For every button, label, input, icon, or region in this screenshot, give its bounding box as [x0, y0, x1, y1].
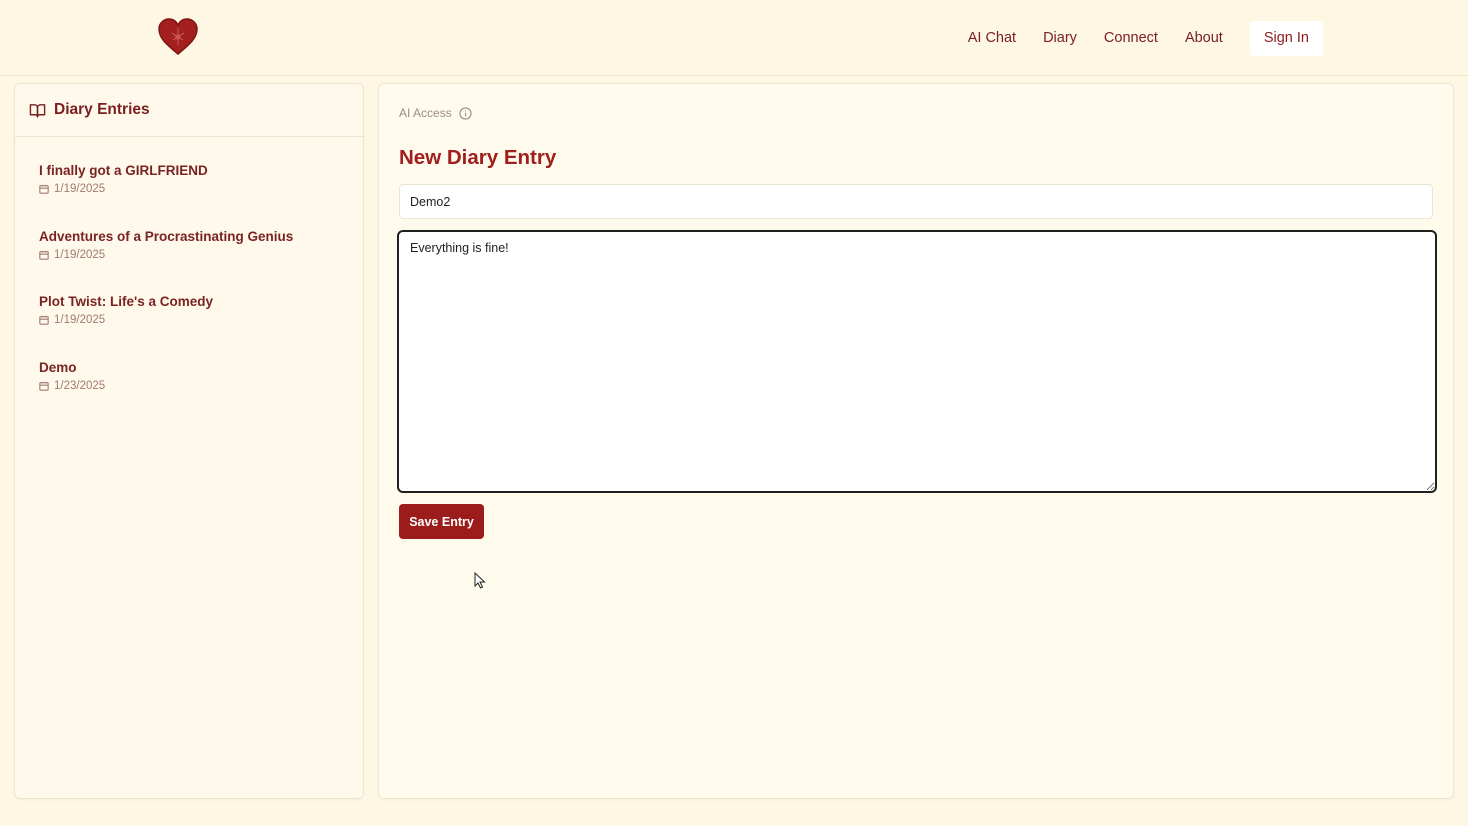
entry-date-text: 1/19/2025 [54, 183, 106, 195]
nav-connect[interactable]: Connect [1104, 30, 1158, 46]
diary-entries-sidebar: Diary Entries I finally got a GIRLFRIEND… [14, 83, 364, 799]
entry-title: Demo [39, 359, 77, 375]
entry-date: 1/23/2025 [39, 380, 363, 392]
list-item[interactable]: I finally got a GIRLFRIEND 1/19/2025 [39, 163, 363, 229]
info-icon[interactable] [459, 106, 472, 120]
calendar-icon [39, 315, 49, 325]
nav-ai-chat[interactable]: AI Chat [968, 30, 1016, 46]
nav-diary[interactable]: Diary [1043, 30, 1077, 46]
entry-date: 1/19/2025 [39, 183, 363, 195]
entry-list: I finally got a GIRLFRIEND 1/19/2025 Adv… [15, 137, 363, 425]
entry-date: 1/19/2025 [39, 249, 363, 261]
calendar-icon [39, 250, 49, 260]
entry-date-text: 1/23/2025 [54, 379, 106, 392]
calendar-icon [39, 184, 49, 194]
list-item[interactable]: Demo 1/23/2025 [39, 360, 363, 426]
book-open-icon [29, 103, 46, 118]
calendar-icon [39, 381, 49, 391]
entry-date-text: 1/19/2025 [54, 314, 106, 326]
entry-date-text: 1/19/2025 [54, 248, 106, 261]
entry-date: 1/19/2025 [39, 314, 363, 326]
sidebar-title: Diary Entries [54, 101, 150, 118]
heart-logo-icon[interactable] [158, 18, 198, 56]
sign-in-button[interactable]: Sign In [1249, 20, 1323, 56]
entry-body-textarea[interactable]: Everything is fine! [397, 230, 1437, 493]
top-navigation-bar: AI Chat Diary Connect About Sign In [0, 0, 1468, 76]
save-entry-button[interactable]: Save Entry [399, 504, 484, 539]
mouse-cursor-icon [474, 572, 486, 589]
ai-access-text: AI Access [399, 106, 452, 120]
list-item[interactable]: Plot Twist: Life's a Comedy 1/19/2025 [39, 294, 363, 360]
page-title: New Diary Entry [399, 146, 557, 169]
diary-editor-panel: AI Access New Diary Entry Everything is … [378, 83, 1454, 799]
entry-title: I finally got a GIRLFRIEND [39, 163, 208, 178]
nav-about[interactable]: About [1185, 30, 1223, 46]
entry-title-input[interactable] [399, 184, 1433, 219]
main-nav: AI Chat Diary Connect About Sign In [968, 0, 1323, 76]
sidebar-header: Diary Entries [15, 84, 363, 137]
entry-title: Adventures of a Procrastinating Genius [39, 228, 294, 244]
ai-access-label: AI Access [399, 106, 472, 120]
list-item[interactable]: Adventures of a Procrastinating Genius 1… [39, 229, 363, 295]
entry-title: Plot Twist: Life's a Comedy [39, 294, 213, 309]
